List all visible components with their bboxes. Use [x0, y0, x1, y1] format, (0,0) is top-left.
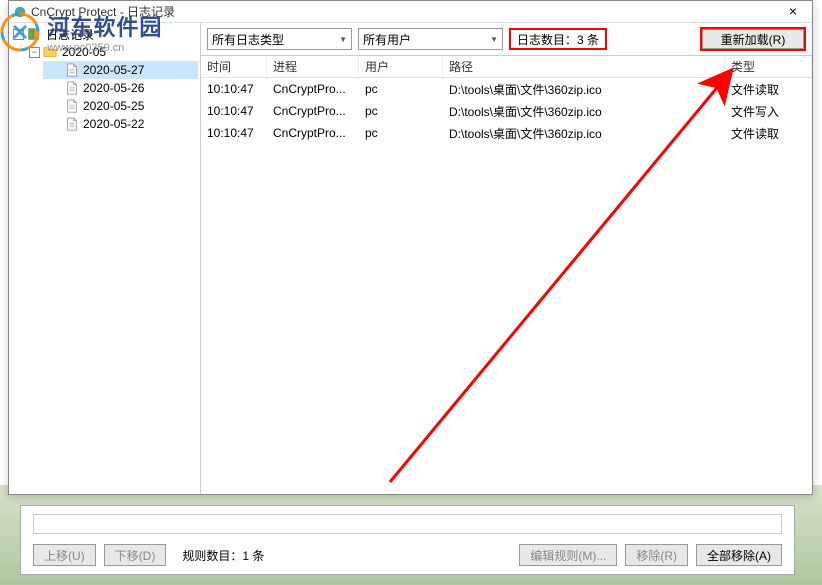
col-user[interactable]: 用户: [359, 56, 443, 77]
rule-count-label: 规则数目：1 条: [174, 547, 272, 564]
file-icon: [65, 63, 79, 77]
log-toolbar: 所有日志类型 ▼ 所有用户 ▼ 日志数目：3 条 重新加载(R): [201, 23, 812, 55]
cell-user: pc: [359, 126, 443, 140]
tree-root-label: 日志记录: [46, 26, 94, 43]
cell-process: CnCryptPro...: [267, 104, 359, 118]
combo-value: 所有用户: [363, 31, 411, 48]
cell-time: 10:10:47: [201, 104, 267, 118]
file-icon: [65, 117, 79, 131]
table-row[interactable]: 10:10:47CnCryptPro...pcD:\tools\桌面\文件\36…: [201, 78, 812, 100]
file-icon: [65, 99, 79, 113]
rules-panel: 上移(U) 下移(D) 规则数目：1 条 编辑规则(M)... 移除(R) 全部…: [20, 505, 795, 575]
chevron-down-icon: ▼: [490, 35, 498, 44]
cell-type: 文件读取: [725, 125, 812, 142]
collapse-icon[interactable]: −: [13, 29, 24, 40]
cell-path: D:\tools\桌面\文件\360zip.ico: [443, 81, 725, 98]
log-type-combo[interactable]: 所有日志类型 ▼: [207, 28, 352, 50]
cell-path: D:\tools\桌面\文件\360zip.ico: [443, 125, 725, 142]
reload-button[interactable]: 重新加载(R): [702, 29, 804, 49]
folder-icon: [43, 45, 57, 59]
log-pane: 所有日志类型 ▼ 所有用户 ▼ 日志数目：3 条 重新加载(R) 时间 进程 用…: [201, 23, 812, 494]
tree-date-item[interactable]: 2020-05-27: [43, 61, 198, 79]
close-button[interactable]: ×: [778, 2, 808, 22]
tree-folder-label: 2020-05: [62, 45, 106, 59]
tree-date-item[interactable]: 2020-05-22: [43, 115, 198, 133]
col-path[interactable]: 路径: [443, 56, 725, 77]
rules-list-box: [33, 514, 782, 534]
main-window: CnCrypt Protect - 日志记录 × − 日志记录 − 2020-0…: [8, 0, 813, 495]
cell-type: 文件写入: [725, 103, 812, 120]
app-icon: [13, 5, 27, 19]
tree-date-item[interactable]: 2020-05-26: [43, 79, 198, 97]
tree-date-label: 2020-05-26: [83, 81, 144, 95]
collapse-icon[interactable]: −: [29, 47, 40, 58]
edit-rule-button[interactable]: 编辑规则(M)...: [519, 544, 617, 566]
cell-path: D:\tools\桌面\文件\360zip.ico: [443, 103, 725, 120]
combo-value: 所有日志类型: [212, 31, 284, 48]
cell-process: CnCryptPro...: [267, 126, 359, 140]
cell-user: pc: [359, 104, 443, 118]
tree-date-label: 2020-05-22: [83, 117, 144, 131]
col-process[interactable]: 进程: [267, 56, 359, 77]
col-type[interactable]: 类型: [725, 56, 812, 77]
file-icon: [65, 81, 79, 95]
log-count-label: 日志数目：3 条: [509, 28, 607, 50]
log-icon: [27, 27, 41, 41]
move-up-button[interactable]: 上移(U): [33, 544, 96, 566]
cell-type: 文件读取: [725, 81, 812, 98]
window-title: CnCrypt Protect - 日志记录: [31, 3, 778, 20]
titlebar[interactable]: CnCrypt Protect - 日志记录 ×: [9, 1, 812, 23]
table-row[interactable]: 10:10:47CnCryptPro...pcD:\tools\桌面\文件\36…: [201, 100, 812, 122]
user-combo[interactable]: 所有用户 ▼: [358, 28, 503, 50]
reload-button-highlight: 重新加载(R): [700, 27, 806, 51]
table-row[interactable]: 10:10:47CnCryptPro...pcD:\tools\桌面\文件\36…: [201, 122, 812, 144]
remove-all-button[interactable]: 全部移除(A): [696, 544, 782, 566]
tree-date-label: 2020-05-27: [83, 63, 144, 77]
tree-date-item[interactable]: 2020-05-25: [43, 97, 198, 115]
tree-root[interactable]: − 日志记录: [11, 25, 198, 43]
cell-time: 10:10:47: [201, 82, 267, 96]
log-table: 时间 进程 用户 路径 类型 10:10:47CnCryptPro...pcD:…: [201, 55, 812, 494]
col-time[interactable]: 时间: [201, 56, 267, 77]
tree-date-label: 2020-05-25: [83, 99, 144, 113]
rules-toolbar: 上移(U) 下移(D) 规则数目：1 条 编辑规则(M)... 移除(R) 全部…: [33, 544, 782, 566]
chevron-down-icon: ▼: [339, 35, 347, 44]
date-tree: − 日志记录 − 2020-05 2020-05-27 2020-05-26 202…: [9, 23, 201, 494]
table-header: 时间 进程 用户 路径 类型: [201, 56, 812, 78]
move-down-button[interactable]: 下移(D): [104, 544, 167, 566]
cell-user: pc: [359, 82, 443, 96]
remove-button[interactable]: 移除(R): [625, 544, 688, 566]
cell-process: CnCryptPro...: [267, 82, 359, 96]
cell-time: 10:10:47: [201, 126, 267, 140]
tree-folder[interactable]: − 2020-05: [27, 43, 198, 61]
